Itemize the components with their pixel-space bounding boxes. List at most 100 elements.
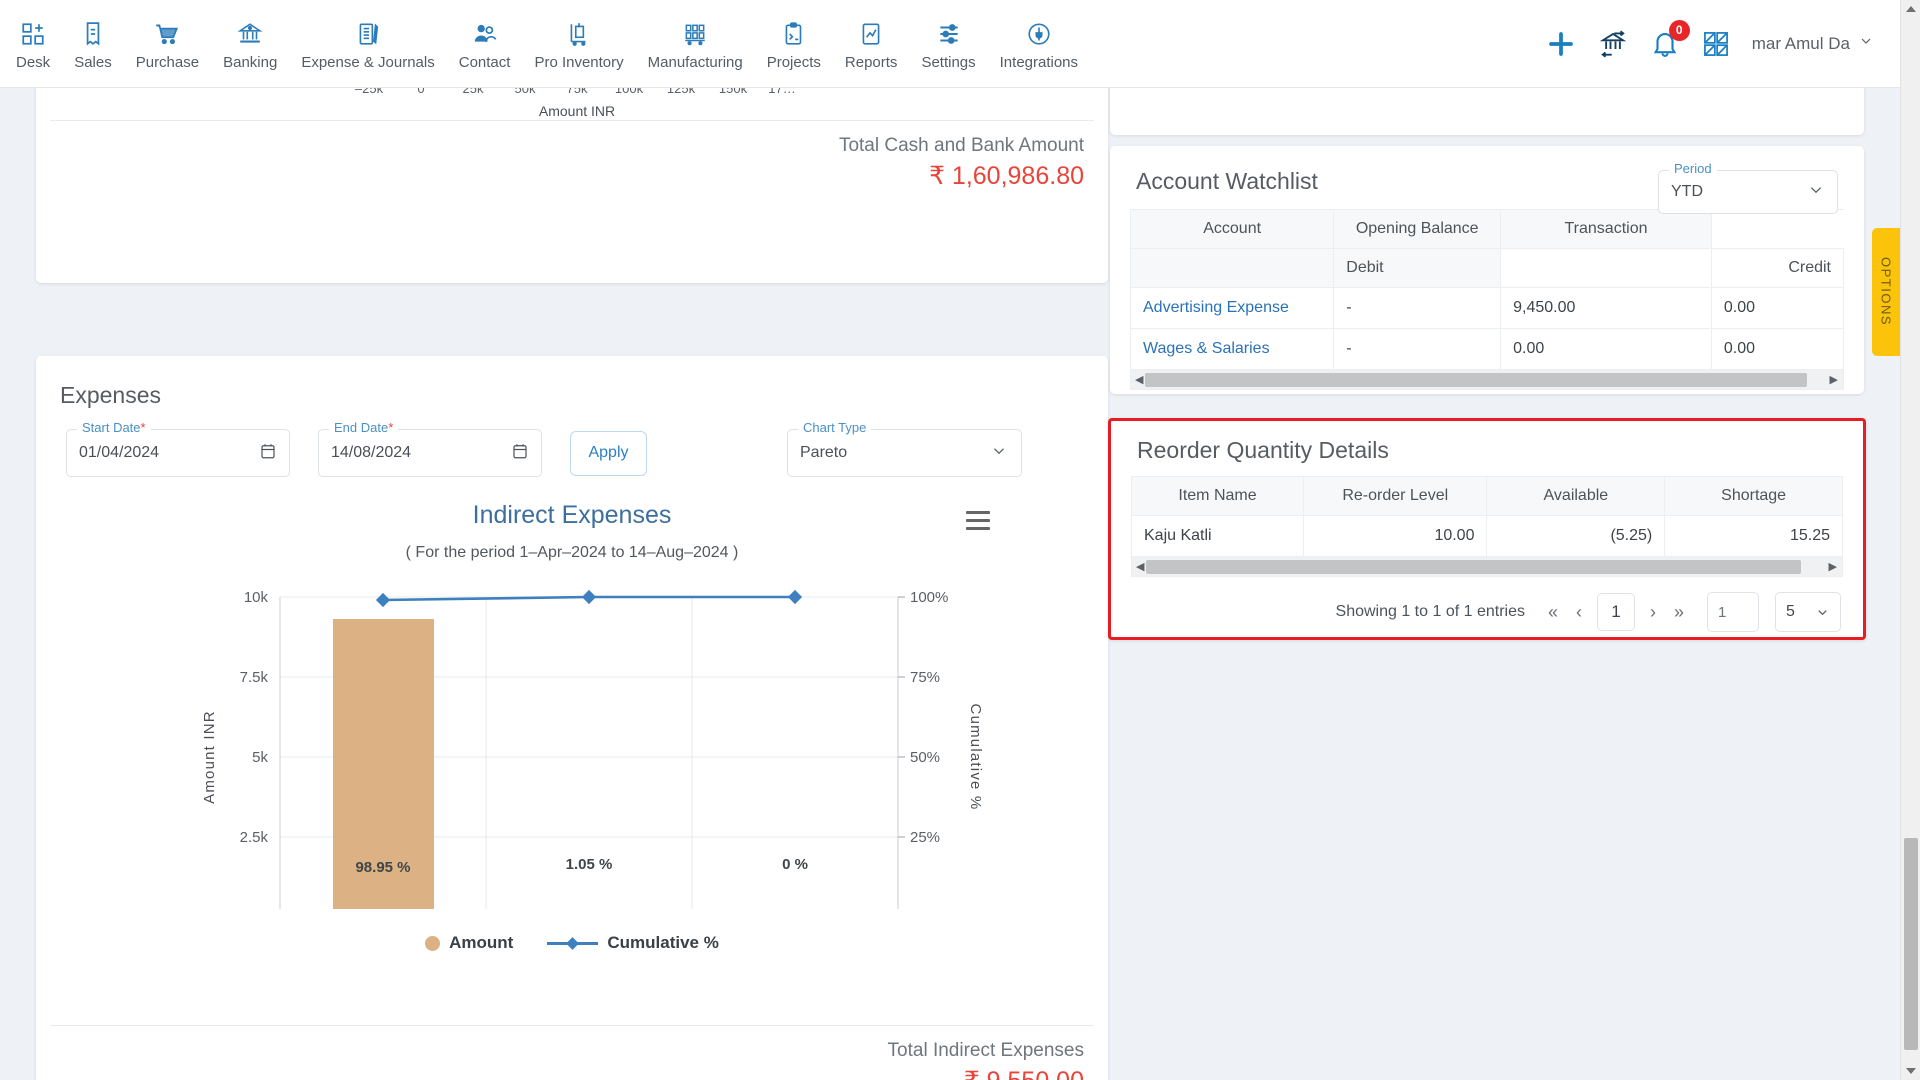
- calendar-icon[interactable]: [511, 442, 529, 465]
- nav-item-integrations[interactable]: Integrations: [988, 13, 1090, 75]
- scrollbar-thumb[interactable]: [1145, 372, 1807, 387]
- svg-text:150k: 150k: [719, 88, 748, 96]
- total-indirect-label: Total Indirect Expenses: [887, 1040, 1084, 1061]
- plug-icon: [1026, 19, 1052, 49]
- svg-text:125k: 125k: [667, 88, 696, 96]
- svg-text:100k: 100k: [615, 88, 644, 96]
- cash-and-bank-card: KIPI.BI INDIA PRIVATE LIMITED –0.01 % –2…: [36, 88, 1108, 283]
- end-date-field[interactable]: End Date* 14/08/2024: [318, 420, 542, 477]
- cell-account[interactable]: Advertising Expense: [1129, 287, 1335, 329]
- svg-text:2.5k: 2.5k: [240, 829, 269, 846]
- bank-transfer-button[interactable]: [1598, 29, 1628, 59]
- add-new-button[interactable]: [1546, 29, 1576, 59]
- account-watchlist-table: Account Opening Balance Transaction Debi…: [1129, 209, 1845, 370]
- cell-item-name: Kaju Katli: [1130, 515, 1305, 557]
- table-row[interactable]: Advertising Expense - 9,450.00 0.00: [1129, 287, 1845, 329]
- notification-count-badge: 0: [1668, 19, 1690, 41]
- nav-label: Sales: [74, 53, 112, 71]
- subcol-blank: [1129, 248, 1335, 288]
- svg-text:10k: 10k: [244, 589, 269, 606]
- pager-showing-text: Showing 1 to 1 of 1 entries: [1335, 603, 1525, 620]
- scroll-down-arrow-icon[interactable]: [1906, 1068, 1916, 1074]
- chart-subtitle: ( For the period 1–Apr–2024 to 14–Aug–20…: [405, 544, 739, 561]
- scrollbar-thumb[interactable]: [1146, 559, 1801, 574]
- nav-item-manufacturing[interactable]: Manufacturing: [636, 13, 755, 75]
- nav-item-pro-inventory[interactable]: Pro Inventory: [522, 13, 635, 75]
- start-date-field[interactable]: Start Date* 01/04/2024: [66, 420, 290, 477]
- people-icon: [471, 19, 499, 49]
- nav-item-purchase[interactable]: Purchase: [124, 13, 211, 75]
- notifications-button[interactable]: 0: [1650, 19, 1690, 59]
- scroll-up-arrow-icon[interactable]: [1906, 6, 1916, 12]
- page-size-select[interactable]: 5: [1775, 592, 1841, 632]
- svg-text:7.5k: 7.5k: [240, 669, 269, 686]
- pareto-chart: Indirect Expenses ( For the period 1–Apr…: [36, 487, 1108, 957]
- svg-text:–25k: –25k: [355, 88, 384, 96]
- top-table-pager-card: Showing 1 to 5 of 9 entries « ‹ 1 2 › » …: [1110, 88, 1864, 135]
- chevron-right-icon[interactable]: ›: [1647, 602, 1659, 623]
- nav-item-sales[interactable]: Sales: [62, 13, 124, 75]
- svg-text:0: 0: [417, 88, 424, 96]
- cell-shortage: 15.25: [1664, 515, 1843, 557]
- nav-item-settings[interactable]: Settings: [909, 13, 987, 75]
- apps-grid-button[interactable]: [1702, 30, 1730, 58]
- scroll-right-arrow-icon[interactable]: ▶: [1830, 373, 1838, 386]
- subcol-blank2: [1500, 248, 1712, 288]
- chart-type-select[interactable]: Chart Type Pareto: [787, 420, 1022, 477]
- svg-text:75%: 75%: [910, 669, 940, 686]
- nav-item-banking[interactable]: Banking: [211, 13, 289, 75]
- chevron-left-icon[interactable]: ‹: [1573, 602, 1585, 623]
- nav-label: Reports: [844, 53, 898, 71]
- svg-text:75k: 75k: [567, 88, 588, 96]
- reorder-horizontal-scrollbar[interactable]: ◀ ▶: [1131, 557, 1843, 577]
- chart-title: Indirect Expenses: [472, 501, 672, 529]
- nav-item-desk[interactable]: Desk: [4, 13, 62, 75]
- cell-available: (5.25): [1486, 515, 1666, 557]
- svg-text:25%: 25%: [910, 829, 940, 846]
- nav-label: Settings: [921, 53, 976, 71]
- page-jump-input[interactable]: 1: [1707, 592, 1759, 632]
- scroll-left-arrow-icon[interactable]: ◀: [1136, 560, 1144, 573]
- nav-item-projects[interactable]: Projects: [755, 13, 833, 75]
- col-spacer: [1710, 209, 1844, 249]
- calendar-icon[interactable]: [259, 442, 277, 465]
- page-button-1[interactable]: 1: [1596, 593, 1635, 631]
- cell-credit: 0.00: [1710, 287, 1845, 329]
- page-content: KIPI.BI INDIA PRIVATE LIMITED –0.01 % –2…: [0, 88, 1900, 1080]
- double-chevron-right-icon[interactable]: »: [1671, 602, 1687, 623]
- table-row[interactable]: Kaju Katli 10.00 (5.25) 15.25: [1130, 515, 1843, 557]
- cell-debit: -: [1333, 328, 1502, 370]
- watchlist-horizontal-scrollbar[interactable]: ◀ ▶: [1130, 370, 1844, 390]
- double-chevron-left-icon[interactable]: «: [1545, 602, 1561, 623]
- nav-item-reports[interactable]: Reports: [833, 13, 910, 75]
- user-menu[interactable]: mar Amul Da: [1752, 33, 1874, 54]
- cell-credit: 0.00: [1710, 328, 1845, 370]
- svg-text:100%: 100%: [910, 589, 948, 606]
- scrollbar-thumb[interactable]: [1904, 838, 1918, 1050]
- options-side-tab[interactable]: OPTIONS: [1872, 228, 1900, 356]
- nav-item-expense-journals[interactable]: Expense & Journals: [289, 13, 446, 75]
- nav-item-contact[interactable]: Contact: [447, 13, 523, 75]
- col-item-name: Item Name: [1130, 476, 1305, 516]
- cell-account[interactable]: Wages & Salaries: [1129, 328, 1335, 370]
- table-row[interactable]: Wages & Salaries - 0.00 0.00: [1129, 328, 1845, 370]
- legend-item-cumulative[interactable]: Cumulative %: [547, 933, 719, 953]
- period-select[interactable]: Period YTD: [1658, 161, 1838, 214]
- desk-grid-plus-icon: [20, 19, 46, 49]
- hamburger-menu-icon[interactable]: [966, 511, 990, 535]
- svg-text:50%: 50%: [910, 749, 940, 766]
- nav-label: Expense & Journals: [301, 53, 435, 71]
- scroll-right-arrow-icon[interactable]: ▶: [1829, 560, 1837, 573]
- svg-text:Amount INR: Amount INR: [201, 710, 218, 804]
- legend-item-amount[interactable]: Amount: [425, 933, 513, 953]
- svg-text:0 %: 0 %: [782, 856, 808, 873]
- bank-building-icon: [236, 19, 264, 49]
- nav-label: Desk: [16, 53, 51, 71]
- col-opening-balance: Opening Balance: [1333, 209, 1502, 249]
- chevron-down-icon: [990, 442, 1008, 465]
- scroll-left-arrow-icon[interactable]: ◀: [1135, 373, 1143, 386]
- end-date-label: End Date*: [329, 420, 399, 435]
- account-watchlist-card: Account Watchlist Period YTD Account Ope…: [1110, 146, 1864, 394]
- browser-scrollbar[interactable]: [1900, 0, 1920, 1080]
- apply-button[interactable]: Apply: [570, 430, 647, 476]
